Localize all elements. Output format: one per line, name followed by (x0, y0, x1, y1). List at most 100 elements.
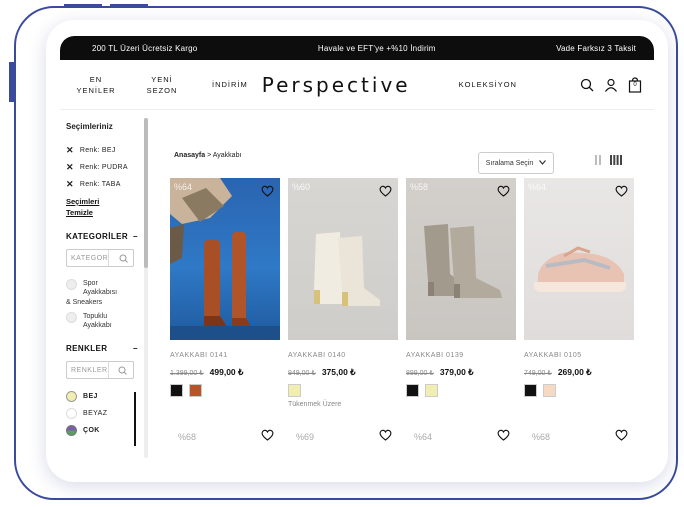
category-label: Spor Ayakkabısı (83, 279, 117, 297)
close-icon[interactable]: ✕ (66, 162, 74, 173)
cart-icon[interactable]: 0 (628, 76, 642, 93)
checkbox[interactable] (66, 279, 77, 290)
heart-icon[interactable] (261, 428, 274, 446)
category-option[interactable]: Spor Ayakkabısı (66, 279, 148, 297)
product-card[interactable]: %58 AYAKKABI 0139 899,00 ₺ 379,00 ₺ (406, 178, 516, 397)
decorative-bar (64, 4, 102, 8)
categories-search[interactable]: KATEGOR (66, 249, 134, 267)
product-name[interactable]: AYAKKABI 0105 (524, 352, 634, 359)
search-icon[interactable] (107, 362, 133, 378)
colors-search[interactable]: RENKLER (66, 361, 134, 379)
grid-toggle (594, 152, 622, 165)
product-card[interactable]: %64 AYAKKABI 0105 749,00 ₺ 269,00 ₺ (524, 178, 634, 397)
discount-badge: %58 (410, 182, 429, 192)
collapse-icon[interactable]: − (133, 344, 138, 353)
sidebar-scrollbar[interactable] (144, 118, 148, 458)
checkbox[interactable] (66, 312, 77, 323)
two-column-grid-icon[interactable] (594, 152, 602, 165)
colors-scrollbar[interactable] (134, 392, 136, 446)
product-name[interactable]: AYAKKABI 0141 (170, 352, 280, 359)
filter-chip[interactable]: ✕ Renk: BEJ (66, 145, 148, 156)
old-price: 1.399,00 ₺ (170, 369, 204, 377)
color-dot[interactable] (66, 408, 77, 419)
sale-price: 379,00 ₺ (439, 367, 474, 377)
next-row-card[interactable]: %69 (288, 428, 398, 446)
nav-new-arrivals[interactable]: EN YENİLER (74, 74, 118, 96)
scrollbar-thumb[interactable] (144, 118, 148, 268)
product-image[interactable]: %64 (524, 178, 634, 340)
color-swatch[interactable] (543, 384, 556, 397)
category-label-line: Spor (83, 280, 98, 287)
heart-icon[interactable] (615, 428, 628, 446)
heart-icon[interactable] (261, 184, 274, 202)
product-image[interactable]: %58 (406, 178, 516, 340)
sort-select[interactable]: Sıralama Seçin (478, 152, 554, 174)
colors-header[interactable]: RENKLER − (66, 344, 148, 353)
nav-new-arrivals-line2: YENİLER (76, 85, 116, 95)
browser-screen: 200 TL Üzeri Ücretsiz Kargo Havale ve EF… (60, 36, 654, 472)
color-swatch[interactable] (425, 384, 438, 397)
collapse-icon[interactable]: − (133, 232, 138, 241)
nav-new-season-line1: YENİ (151, 74, 173, 84)
discount-badge: %60 (292, 182, 311, 192)
brand-logo[interactable]: Perspective (262, 73, 411, 97)
stock-status: Tükenmek Üzere (288, 401, 342, 408)
user-icon[interactable] (604, 78, 618, 92)
color-label: BEYAZ (83, 410, 108, 417)
breadcrumb-current: Ayakkabı (212, 152, 242, 159)
product-image[interactable]: %64 (170, 178, 280, 340)
category-option[interactable]: Topuklu Ayakkabı (66, 312, 148, 330)
color-label: ÇOK (83, 427, 100, 434)
four-column-grid-icon[interactable] (610, 152, 622, 165)
boots-photo (424, 224, 502, 298)
heart-icon[interactable] (615, 184, 628, 202)
nav-sale[interactable]: İNDİRİM (212, 79, 248, 90)
product-name[interactable]: AYAKKABI 0139 (406, 352, 516, 359)
close-icon[interactable]: ✕ (66, 145, 74, 156)
search-icon[interactable] (108, 250, 133, 266)
stage: 200 TL Üzeri Ücretsiz Kargo Havale ve EF… (0, 0, 684, 507)
nav-new-season-line2: SEZON (146, 85, 178, 95)
filter-chip[interactable]: ✕ Renk: PUDRA (66, 162, 148, 173)
boots-photo (314, 232, 380, 306)
color-dot[interactable] (66, 425, 77, 436)
categories-header[interactable]: KATEGORİLER − (66, 232, 148, 241)
color-swatch[interactable] (524, 384, 537, 397)
nav-new-season[interactable]: YENİ SEZON (140, 74, 184, 96)
sale-price: 375,00 ₺ (321, 367, 356, 377)
next-row-card[interactable]: %68 (524, 428, 634, 446)
sort-label: Sıralama Seçin (485, 159, 534, 167)
price-row: 949,00 ₺ 375,00 ₺ (288, 367, 398, 378)
product-card[interactable]: %60 AYAKKABI 0140 949,00 ₺ 375,00 ₺ Tüke… (288, 178, 398, 408)
color-swatch[interactable] (189, 384, 202, 397)
sneakers-photo (533, 246, 627, 292)
page-body: Seçimleriniz ✕ Renk: BEJ ✕ Renk: PUDRA ✕ Re… (60, 110, 654, 472)
heart-icon[interactable] (497, 184, 510, 202)
category-label-line: & Sneakers (66, 299, 103, 306)
color-swatch[interactable] (170, 384, 183, 397)
product-card[interactable]: %64 AYAKKABI 0141 1.399,00 ₺ 499,00 ₺ (170, 178, 280, 397)
category-label-line: Ayakkabısı (83, 289, 118, 296)
close-icon[interactable]: ✕ (66, 179, 74, 190)
nav-collection[interactable]: KOLEKSİYON (459, 79, 517, 90)
categories-search-placeholder: KATEGOR (71, 254, 109, 262)
clear-selections-link[interactable]: Seçimleri Temizle (66, 196, 148, 218)
heart-icon[interactable] (379, 184, 392, 202)
tablet-device: 200 TL Üzeri Ücretsiz Kargo Havale ve EF… (46, 20, 668, 482)
next-row-card[interactable]: %68 (170, 428, 280, 446)
old-price: 949,00 ₺ (288, 369, 316, 377)
color-dot[interactable] (66, 391, 77, 402)
next-row-card[interactable]: %64 (406, 428, 516, 446)
search-icon[interactable] (580, 78, 594, 92)
filter-chip[interactable]: ✕ Renk: TABA (66, 179, 148, 190)
color-swatch[interactable] (406, 384, 419, 397)
breadcrumb-home[interactable]: Anasayfa (174, 152, 205, 159)
product-image[interactable]: %60 (288, 178, 398, 340)
main-nav: EN YENİLER YENİ SEZON İNDİRİM Perspectiv… (60, 60, 654, 110)
product-name[interactable]: AYAKKABI 0140 (288, 352, 398, 359)
heart-icon[interactable] (497, 428, 510, 446)
filter-chip-label: Renk: BEJ (79, 147, 116, 154)
color-label: BEJ (83, 393, 98, 400)
color-swatch[interactable] (288, 384, 301, 397)
heart-icon[interactable] (379, 428, 392, 446)
